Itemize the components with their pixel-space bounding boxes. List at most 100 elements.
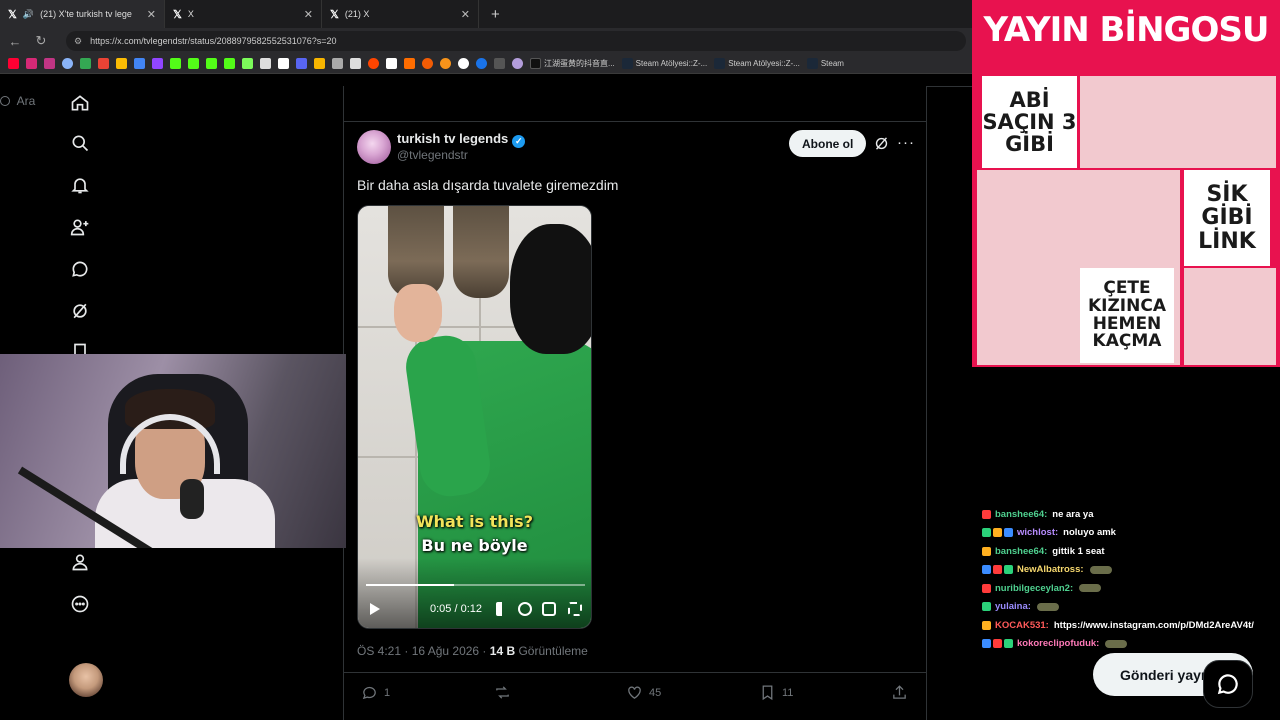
more-icon[interactable]: [68, 592, 92, 616]
video-caption-tr: Bu ne böyle: [421, 536, 528, 555]
chat-username[interactable]: wichlost:: [1017, 527, 1058, 538]
chat-message: banshee64: gittik 1 seat: [982, 542, 1272, 561]
subscribe-button[interactable]: Abone ol: [789, 130, 867, 157]
anchor-bookmark-icon[interactable]: [260, 58, 271, 69]
bookmark-icon[interactable]: [332, 58, 343, 69]
settings-icon[interactable]: [518, 602, 532, 616]
author-handle[interactable]: @tvlegendstr: [397, 148, 468, 162]
play-icon[interactable]: [370, 603, 380, 615]
video-time: 0:05 / 0:12: [430, 603, 482, 615]
account-avatar[interactable]: [69, 663, 103, 697]
chat-message-text: ne ara ya: [1052, 508, 1094, 520]
google-apps-bookmark-icon[interactable]: [80, 58, 91, 69]
notifications-icon[interactable]: [68, 173, 92, 197]
steam-bookmark[interactable]: Steam Atölyesi::Z-...: [621, 58, 707, 69]
chat-username[interactable]: yulaina:: [995, 601, 1031, 612]
bookmark-icon[interactable]: [350, 58, 361, 69]
fullscreen-icon[interactable]: [568, 602, 582, 616]
browser-tab[interactable]: 𝕏 X ✕: [165, 0, 322, 28]
bingo-cell-marked: ABİ SAÇIN 3 GİBİ: [982, 76, 1077, 168]
close-tab-icon[interactable]: ✕: [147, 8, 156, 21]
bookmark-icon[interactable]: [314, 58, 325, 69]
bookmark-icon[interactable]: [386, 58, 397, 69]
site-info-icon[interactable]: ⚙: [74, 36, 82, 47]
chat-message-text: noluyo amk: [1063, 527, 1116, 539]
chat-username[interactable]: banshee64:: [995, 546, 1047, 557]
close-tab-icon[interactable]: ✕: [461, 8, 470, 21]
instagram-bookmark-icon[interactable]: [26, 58, 37, 69]
reddit-bookmark-icon[interactable]: [368, 58, 379, 69]
video-player[interactable]: What is this? Bu ne böyle 0:05 / 0:12: [357, 205, 592, 629]
browser-tab[interactable]: 𝕏 🔊 (21) X'te turkish tv legends: "I ✕: [0, 0, 165, 28]
docs-bookmark-icon[interactable]: [134, 58, 145, 69]
steam-bookmark[interactable]: Steam Atölyesi::Z-...: [714, 58, 800, 69]
video-progress-bar[interactable]: [366, 584, 585, 586]
kick-bookmark-icon[interactable]: [188, 58, 199, 69]
bookmark-icon[interactable]: [494, 58, 505, 69]
kick-bookmark-icon[interactable]: [206, 58, 217, 69]
bookmark-icon[interactable]: [458, 58, 469, 69]
search-box[interactable]: Ara: [0, 94, 35, 108]
chat-username[interactable]: NewAlbatross:: [1017, 564, 1084, 575]
explore-icon[interactable]: [68, 131, 92, 155]
share-button[interactable]: [891, 684, 908, 701]
messages-icon[interactable]: [68, 257, 92, 281]
author-name[interactable]: turkish tv legends ✓: [397, 131, 526, 148]
profile-icon[interactable]: [68, 550, 92, 574]
bookmark-button[interactable]: 11: [759, 684, 793, 701]
kick-bookmark-icon[interactable]: [242, 58, 253, 69]
author-name-text: turkish tv legends: [397, 131, 509, 146]
speaker-icon[interactable]: 🔊: [23, 9, 34, 20]
douyin-bookmark[interactable]: 江湖蛋黄的抖音直...: [530, 58, 615, 69]
volume-icon[interactable]: [496, 602, 510, 616]
grok-icon[interactable]: [68, 299, 92, 323]
globe-bookmark-icon[interactable]: [62, 58, 73, 69]
chat-username[interactable]: kokoreclipofuduk:: [1017, 638, 1099, 649]
grok-icon[interactable]: [873, 135, 890, 152]
chat-message: banshee64: ne ara ya: [982, 505, 1272, 524]
messages-fab[interactable]: [1203, 660, 1253, 708]
chat-username[interactable]: banshee64:: [995, 509, 1047, 520]
chat-badge-icon: [982, 565, 991, 575]
kick-bookmark-icon[interactable]: [170, 58, 181, 69]
like-button[interactable]: 45: [626, 684, 661, 701]
follow-icon[interactable]: [68, 215, 92, 239]
repost-button[interactable]: [494, 684, 511, 701]
x-bookmark-icon[interactable]: [278, 58, 289, 69]
new-tab-button[interactable]: +: [491, 6, 500, 23]
home-icon[interactable]: [68, 91, 92, 115]
chat-username[interactable]: KOCAK531:: [995, 620, 1049, 631]
twitch-bookmark-icon[interactable]: [152, 58, 163, 69]
discord-bookmark-icon[interactable]: [296, 58, 307, 69]
browser-tab[interactable]: 𝕏 (21) X ✕: [322, 0, 479, 28]
instagram-bookmark-icon[interactable]: [44, 58, 55, 69]
reload-icon[interactable]: ↻: [34, 33, 48, 49]
back-icon[interactable]: ←: [8, 34, 22, 49]
tab-title: (21) X: [344, 9, 370, 19]
chat-message-text: gittik 1 seat: [1052, 545, 1105, 557]
more-options-icon[interactable]: ···: [897, 134, 915, 151]
bingo-board: YAYIN BİNGOSU ABİ SAÇIN 3 GİBİ SİK GİBİ …: [972, 0, 1280, 367]
bookmark-icon[interactable]: [476, 58, 487, 69]
reply-button[interactable]: 1: [361, 684, 390, 701]
bookmark-icon[interactable]: [422, 58, 433, 69]
bookmark-icon[interactable]: [404, 58, 415, 69]
kick-bookmark-icon[interactable]: [224, 58, 235, 69]
bookmark-icon: [762, 685, 773, 701]
chat-username[interactable]: nuribilgeceylan2:: [995, 583, 1073, 594]
youtube-bookmark-icon[interactable]: [8, 58, 19, 69]
chat-emote-icon: [1105, 639, 1128, 648]
url-field[interactable]: ⚙ https://x.com/tvlegendstr/status/20889…: [66, 31, 966, 51]
steam-bookmark[interactable]: Steam: [806, 58, 844, 69]
screen: 𝕏 🔊 (21) X'te turkish tv legends: "I ✕ 𝕏…: [0, 0, 1280, 720]
repost-icon: [496, 686, 509, 699]
bookmark-icon[interactable]: [440, 58, 451, 69]
bingo-cell-text: SİK GİBİ LİNK: [1198, 182, 1256, 254]
bookmark-icon[interactable]: [512, 58, 523, 69]
close-tab-icon[interactable]: ✕: [304, 8, 313, 21]
post-timestamp[interactable]: ÖS 4:21 · 16 Ağu 2026: [357, 644, 479, 658]
author-avatar[interactable]: [357, 130, 391, 164]
drive-bookmark-icon[interactable]: [116, 58, 127, 69]
gmail-bookmark-icon[interactable]: [98, 58, 109, 69]
dock-icon[interactable]: [542, 602, 556, 616]
